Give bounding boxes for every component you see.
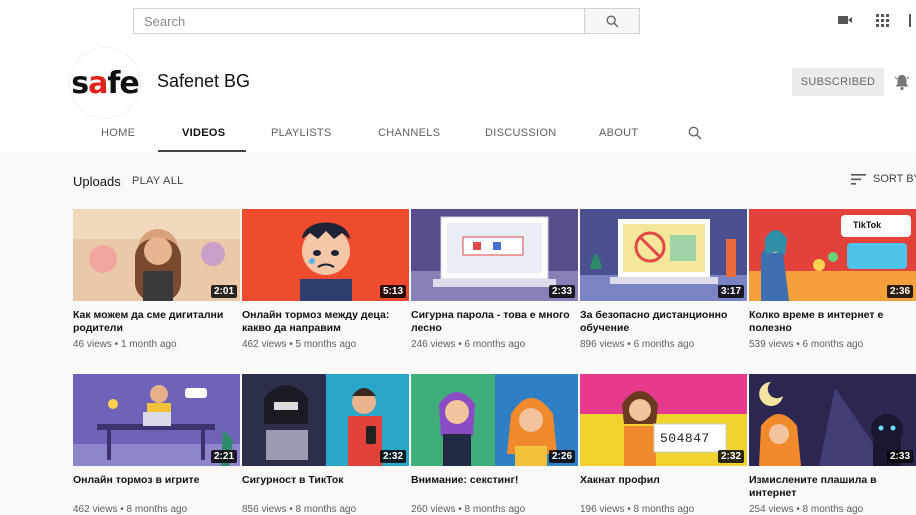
video-duration: 5:13 — [379, 285, 406, 298]
video-title[interactable]: Как можем да сме дигитални родители — [73, 309, 237, 335]
tab-home[interactable]: HOME — [101, 114, 135, 152]
video-title[interactable]: Онлайн тормоз в игрите — [73, 474, 237, 500]
sort-label: SORT BY — [873, 173, 916, 185]
video-duration: 2:32 — [717, 450, 744, 463]
tab-playlists[interactable]: PLAYLISTS — [271, 114, 332, 152]
channel-logo: safe — [71, 65, 140, 101]
video-title[interactable]: Онлайн тормоз между деца: какво да напра… — [242, 309, 406, 335]
video-card[interactable]: TikTok 2:36 Колко време в интернет е пол… — [749, 209, 916, 350]
tab-about[interactable]: ABOUT — [599, 114, 638, 152]
video-meta: 246 views • 6 months ago — [411, 339, 526, 350]
video-meta: 462 views • 8 months ago — [73, 504, 188, 515]
video-thumbnail[interactable]: 2:33 — [749, 374, 916, 466]
tiktok-logo-text: TikTok — [853, 220, 882, 230]
search-icon — [605, 14, 618, 27]
tab-channels[interactable]: CHANNELS — [378, 114, 440, 152]
apps-button[interactable] — [873, 12, 891, 28]
video-card[interactable]: 3:17 За безопасно дистанционно обучение … — [580, 209, 747, 350]
bell-icon[interactable] — [893, 73, 911, 91]
video-card[interactable]: 2:33 Измислените плашила в интернет 254 … — [749, 374, 916, 515]
video-card[interactable]: 2:32 Сигурност в ТикТок 856 views • 8 mo… — [242, 374, 409, 515]
video-duration: 3:17 — [717, 285, 744, 298]
search-input[interactable] — [134, 9, 584, 33]
channel-name: Safenet BG — [157, 71, 251, 91]
tab-discussion[interactable]: DISCUSSION — [485, 114, 556, 152]
video-title[interactable]: Измислените плашила в интернет — [749, 474, 913, 500]
video-thumbnail[interactable]: 5:13 — [242, 209, 409, 301]
channel-avatar[interactable]: safe — [70, 48, 140, 118]
video-title[interactable]: За безопасно дистанционно обучение — [580, 309, 744, 335]
video-thumbnail[interactable]: 2:32 — [242, 374, 409, 466]
video-meta: 196 views • 8 months ago — [580, 504, 695, 515]
video-duration: 2:21 — [210, 450, 237, 463]
video-duration: 2:33 — [886, 450, 913, 463]
sort-icon — [851, 173, 866, 185]
subscribed-button[interactable]: SUBSCRIBED — [792, 68, 884, 96]
search-button[interactable] — [585, 8, 640, 34]
video-title[interactable]: Хакнат профил — [580, 474, 744, 500]
video-meta: 46 views • 1 month ago — [73, 339, 177, 350]
video-meta: 260 views • 8 months ago — [411, 504, 526, 515]
play-all-button[interactable]: PLAY ALL — [132, 175, 184, 187]
video-title[interactable]: Колко време в интернет е полезно — [749, 309, 913, 335]
videos-section: Uploads PLAY ALL SORT BY 2:01 Как можем … — [0, 152, 916, 515]
more-button[interactable] — [906, 12, 914, 28]
video-title[interactable]: Сигурност в ТикТок — [242, 474, 406, 500]
section-title: Uploads — [73, 174, 121, 189]
verification-code-text: 504847 — [660, 431, 710, 446]
search-icon — [688, 126, 702, 140]
video-thumbnail[interactable]: 2:01 — [73, 209, 240, 301]
video-title[interactable]: Сигурна парола - това е много лесно — [411, 309, 575, 335]
video-thumbnail[interactable]: 2:21 — [73, 374, 240, 466]
channel-tabs: HOME VIDEOS PLAYLISTS CHANNELS DISCUSSIO… — [0, 114, 916, 152]
video-card[interactable]: 2:01 Как можем да сме дигитални родители… — [73, 209, 240, 350]
video-duration: 2:36 — [886, 285, 913, 298]
video-meta: 896 views • 6 months ago — [580, 339, 695, 350]
video-card[interactable]: 5:13 Онлайн тормоз между деца: какво да … — [242, 209, 409, 350]
video-meta: 462 views • 5 months ago — [242, 339, 357, 350]
video-card[interactable]: 2:33 Сигурна парола - това е много лесно… — [411, 209, 578, 350]
channel-header: safe Safenet BG SUBSCRIBED HOME VIDEOS P… — [0, 38, 916, 152]
video-duration: 2:26 — [548, 450, 575, 463]
video-title[interactable]: Внимание: секстинг! — [411, 474, 575, 500]
video-thumbnail[interactable]: 3:17 — [580, 209, 747, 301]
video-camera-icon — [838, 16, 852, 24]
more-vertical-icon — [909, 13, 911, 27]
search-box[interactable] — [133, 8, 585, 34]
video-meta: 254 views • 8 months ago — [749, 504, 864, 515]
video-card[interactable]: 504847 2:32 Хакнат профил 196 views • 8 … — [580, 374, 747, 515]
video-duration: 2:01 — [210, 285, 237, 298]
video-thumbnail[interactable]: 2:33 — [411, 209, 578, 301]
sort-button[interactable]: SORT BY — [851, 173, 916, 185]
video-duration: 2:32 — [379, 450, 406, 463]
video-duration: 2:33 — [548, 285, 575, 298]
video-thumbnail[interactable]: TikTok 2:36 — [749, 209, 916, 301]
top-bar — [0, 0, 916, 39]
video-card[interactable]: 2:26 Внимание: секстинг! 260 views • 8 m… — [411, 374, 578, 515]
video-card[interactable]: 2:21 Онлайн тормоз в игрите 462 views • … — [73, 374, 240, 515]
video-meta: 856 views • 8 months ago — [242, 504, 357, 515]
video-meta: 539 views • 6 months ago — [749, 339, 864, 350]
channel-search-button[interactable] — [688, 114, 702, 152]
video-thumbnail[interactable]: 504847 2:32 — [580, 374, 747, 466]
tab-videos[interactable]: VIDEOS — [182, 114, 225, 152]
apps-grid-icon — [875, 13, 889, 27]
video-thumbnail[interactable]: 2:26 — [411, 374, 578, 466]
create-button[interactable] — [836, 12, 854, 28]
